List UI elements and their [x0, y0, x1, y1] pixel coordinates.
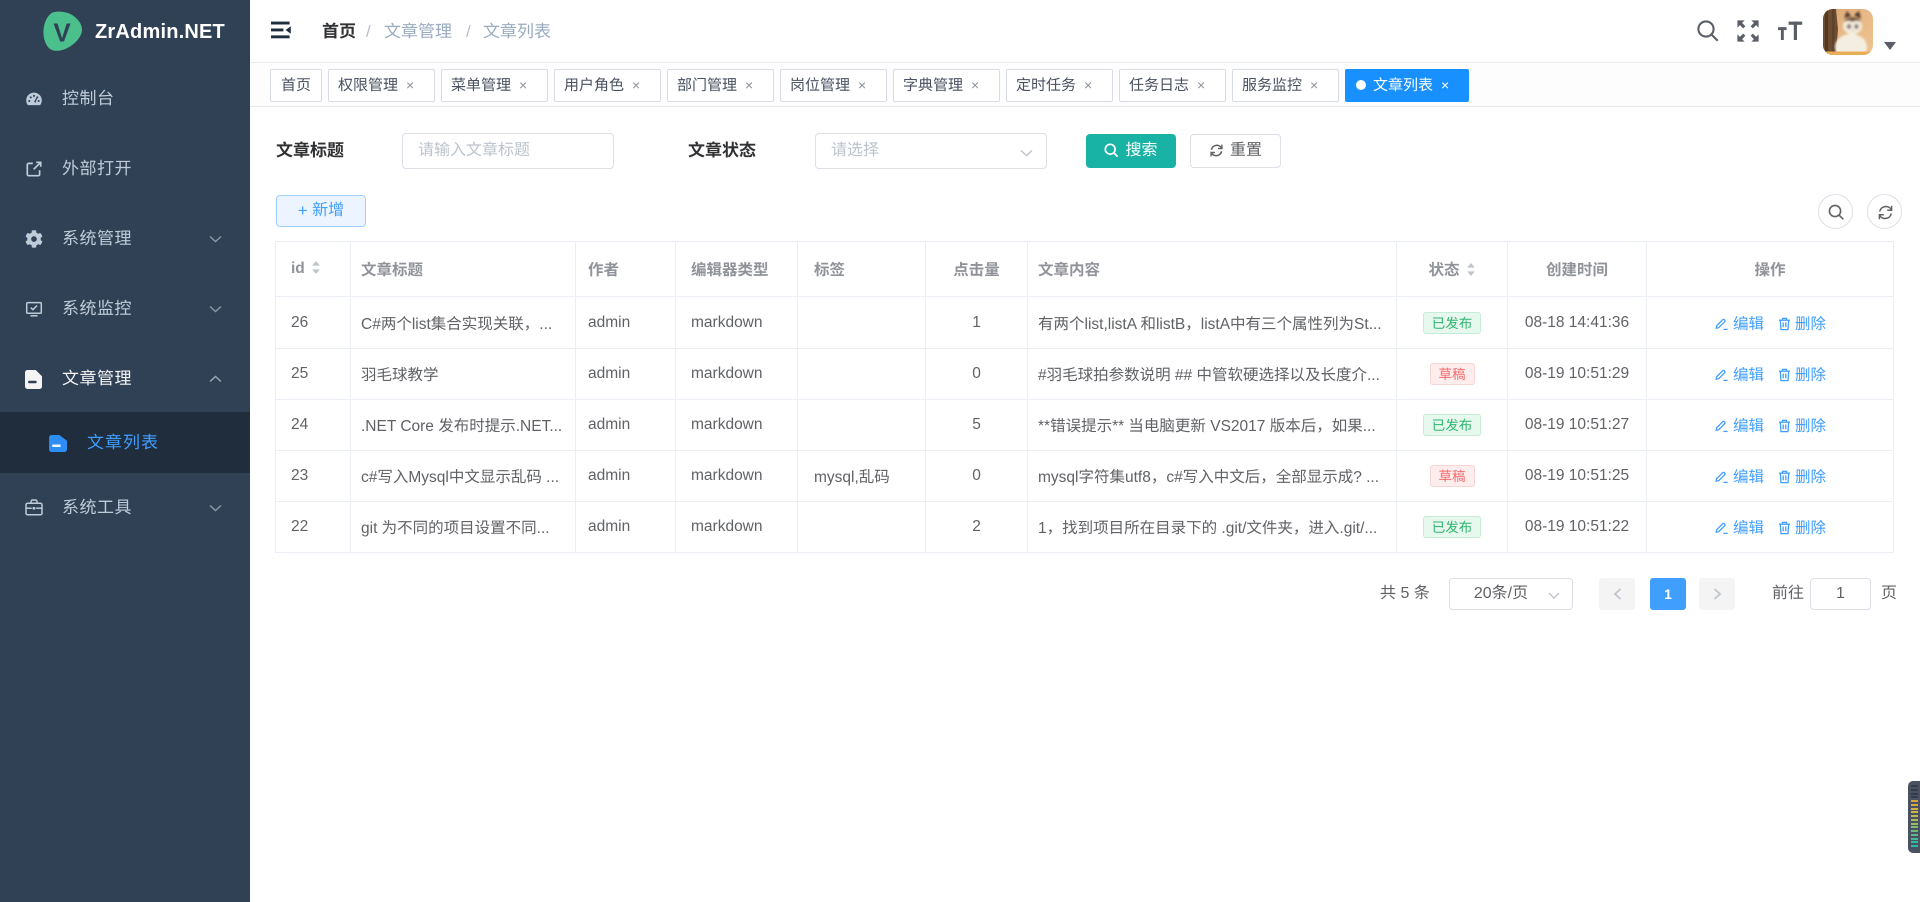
svg-text:V: V: [53, 18, 71, 48]
